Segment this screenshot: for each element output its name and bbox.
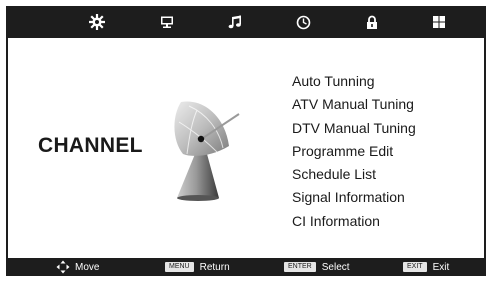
hint-move: Move bbox=[56, 258, 99, 276]
menu-item-programme-edit[interactable]: Programme Edit bbox=[292, 140, 416, 163]
tab-time[interactable] bbox=[283, 6, 323, 38]
menu-content-area: CHANNEL Auto Tunning ATV Manual Tuning D… bbox=[6, 38, 486, 258]
menu-item-dtv-manual-tuning[interactable]: DTV Manual Tuning bbox=[292, 117, 416, 140]
menu-item-signal-information[interactable]: Signal Information bbox=[292, 186, 416, 209]
hint-move-label: Move bbox=[75, 261, 100, 273]
direction-arrows-icon bbox=[56, 260, 70, 274]
menu-key: MENU bbox=[165, 262, 194, 272]
hint-exit-label: Exit bbox=[432, 261, 450, 273]
section-title: CHANNEL bbox=[38, 134, 143, 157]
menu-item-ci-information[interactable]: CI Information bbox=[292, 210, 416, 233]
hint-return-label: Return bbox=[199, 261, 230, 273]
menu-item-auto-tunning[interactable]: Auto Tunning bbox=[292, 70, 416, 93]
hint-select: ENTER Select bbox=[284, 258, 350, 276]
tab-picture[interactable] bbox=[147, 6, 187, 38]
tv-menu-frame: CHANNEL Auto Tunning ATV Manual Tuning D… bbox=[6, 6, 486, 276]
menu-item-atv-manual-tuning[interactable]: ATV Manual Tuning bbox=[292, 93, 416, 116]
clock-icon bbox=[296, 15, 310, 29]
category-tab-bar bbox=[6, 6, 486, 38]
tab-setup[interactable] bbox=[419, 6, 459, 38]
hint-exit: EXIT Exit bbox=[403, 258, 449, 276]
exit-key: EXIT bbox=[403, 262, 427, 272]
tab-lock[interactable] bbox=[352, 6, 392, 38]
tab-channel[interactable] bbox=[77, 6, 117, 38]
lock-icon bbox=[367, 15, 377, 29]
channel-menu-list: Auto Tunning ATV Manual Tuning DTV Manua… bbox=[292, 70, 416, 233]
windows-grid-icon bbox=[433, 16, 445, 28]
enter-key: ENTER bbox=[284, 262, 316, 272]
menu-item-schedule-list[interactable]: Schedule List bbox=[292, 163, 416, 186]
hint-return: MENU Return bbox=[165, 258, 230, 276]
music-note-icon bbox=[228, 15, 241, 29]
key-hint-bar: Move MENU Return ENTER Select EXIT Exit bbox=[6, 258, 486, 276]
gear-icon bbox=[89, 14, 105, 30]
hint-select-label: Select bbox=[321, 261, 350, 273]
monitor-icon bbox=[161, 16, 173, 28]
tab-sound[interactable] bbox=[215, 6, 255, 38]
satellite-dish-icon bbox=[174, 101, 240, 201]
